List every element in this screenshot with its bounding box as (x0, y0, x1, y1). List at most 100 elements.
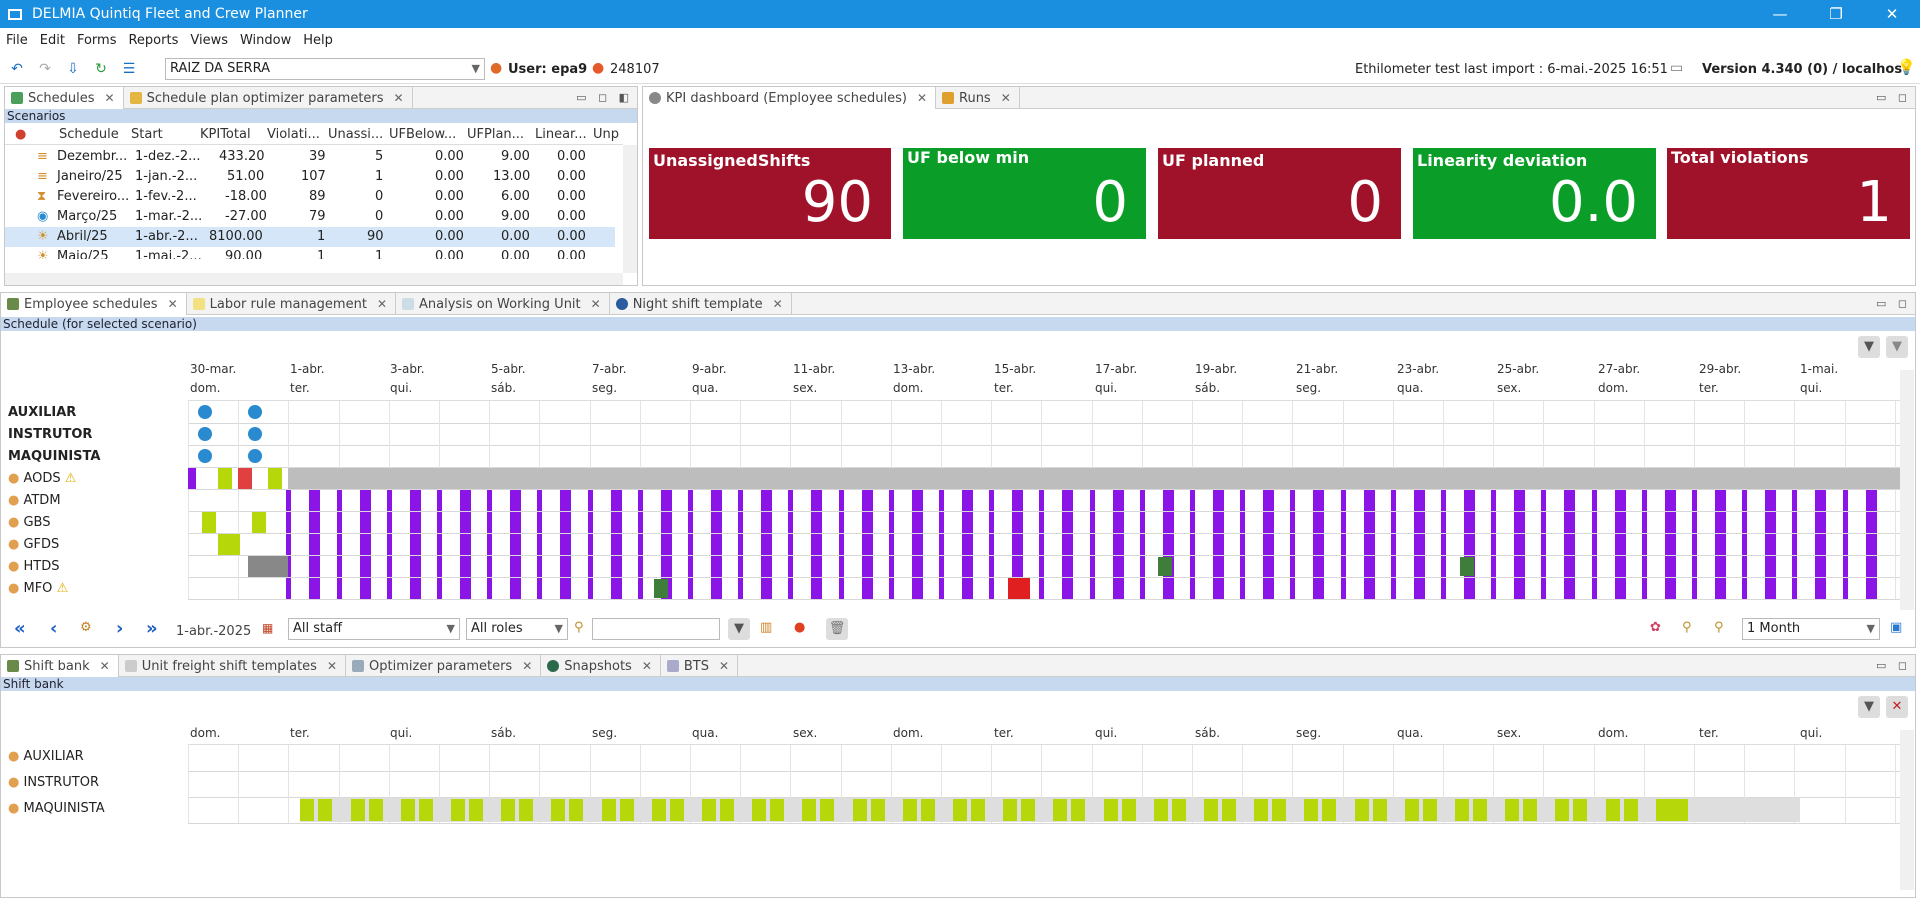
first-page-icon[interactable]: « (14, 618, 26, 639)
shift-block[interactable] (1190, 512, 1195, 533)
shift-block[interactable] (962, 578, 973, 599)
shift-block[interactable] (912, 534, 923, 555)
shift-block[interactable] (1039, 534, 1044, 555)
shift-block[interactable] (811, 578, 822, 599)
shift-block[interactable] (537, 512, 542, 533)
bank-shift[interactable] (1373, 799, 1387, 821)
shift-block[interactable] (437, 490, 442, 511)
bank-shift[interactable] (1053, 799, 1067, 821)
shift-block[interactable] (638, 512, 643, 533)
close-tab-icon[interactable]: ✕ (642, 656, 652, 677)
bank-shift[interactable] (1674, 799, 1688, 821)
shift-block[interactable] (1491, 578, 1496, 599)
shift-block[interactable] (1464, 512, 1475, 533)
shift-block[interactable] (1792, 578, 1797, 599)
shift-block[interactable] (510, 490, 521, 511)
shift-block[interactable] (309, 490, 320, 511)
shift-block[interactable] (1514, 490, 1525, 511)
shift-block[interactable] (889, 534, 894, 555)
location-select[interactable]: RAIZ DA SERRA ▼ (165, 58, 485, 80)
schedule-grid[interactable] (188, 400, 1900, 600)
shift-block[interactable] (1140, 556, 1145, 577)
shift-block[interactable] (1564, 512, 1575, 533)
alert-block[interactable] (238, 468, 252, 489)
tab-snapshots[interactable]: Snapshots ✕ (541, 655, 661, 677)
bank-shift[interactable] (519, 799, 533, 821)
shift-block[interactable] (537, 534, 542, 555)
bank-shift[interactable] (670, 799, 684, 821)
shift-block[interactable] (1815, 534, 1826, 555)
shift-block[interactable] (337, 578, 342, 599)
shift-block[interactable] (939, 512, 944, 533)
shift-block[interactable] (1464, 490, 1475, 511)
shift-block[interactable] (410, 556, 421, 577)
shift-block[interactable] (1843, 556, 1848, 577)
shift-block[interactable] (661, 512, 672, 533)
shift-block[interactable] (437, 512, 442, 533)
shift-block[interactable] (1460, 557, 1474, 576)
shift-block[interactable] (1391, 556, 1396, 577)
shift-block[interactable] (1163, 490, 1174, 511)
bank-shift[interactable] (752, 799, 766, 821)
shift-block[interactable] (1564, 578, 1575, 599)
shift-block[interactable] (788, 534, 793, 555)
shift-block[interactable] (1866, 578, 1877, 599)
shift-block[interactable] (1263, 490, 1274, 511)
clear-filter-icon[interactable]: ▼ (1886, 336, 1908, 358)
shift-block[interactable] (862, 490, 873, 511)
shift-block[interactable] (337, 556, 342, 577)
previous-icon[interactable]: ‹ (50, 618, 57, 639)
shift-block[interactable] (1290, 490, 1295, 511)
shift-block[interactable] (487, 512, 492, 533)
bank-shift[interactable] (702, 799, 716, 821)
bank-shift[interactable] (1322, 799, 1336, 821)
shift-block[interactable] (1039, 512, 1044, 533)
shift-block[interactable] (811, 512, 822, 533)
shift-block[interactable] (1364, 578, 1375, 599)
shift-block[interactable] (437, 556, 442, 577)
tab-shift-bank[interactable]: Shift bank ✕ (1, 655, 119, 677)
shift-block[interactable] (1090, 556, 1095, 577)
employee-htds[interactable]: ● HTDS (8, 559, 59, 574)
shift-block[interactable] (560, 578, 571, 599)
pane-controls[interactable]: ▭ ◻ ◧ (576, 91, 633, 104)
shift-block[interactable] (761, 578, 772, 599)
shift-block[interactable] (1263, 512, 1274, 533)
shift-block[interactable] (1792, 556, 1797, 577)
shift-block[interactable] (1090, 512, 1095, 533)
vertical-scrollbar[interactable] (1900, 370, 1914, 610)
shift-block[interactable] (337, 534, 342, 555)
shift-block[interactable] (638, 534, 643, 555)
column-header[interactable]: KPITotal (200, 127, 251, 142)
bank-shift[interactable] (720, 799, 734, 821)
close-tab-icon[interactable]: ✕ (394, 88, 404, 109)
shift-block[interactable] (360, 490, 371, 511)
shift-block[interactable] (711, 490, 722, 511)
shift-block[interactable] (1665, 490, 1676, 511)
shift-block[interactable] (487, 490, 492, 511)
shift-block[interactable] (1391, 490, 1396, 511)
shift-block[interactable] (1642, 534, 1647, 555)
bank-shift[interactable] (1071, 799, 1085, 821)
shift-block[interactable] (1592, 556, 1597, 577)
funnel-icon[interactable]: ▼ (728, 618, 750, 640)
shift-block[interactable] (611, 512, 622, 533)
shift-block[interactable] (410, 534, 421, 555)
column-header[interactable]: Violati... (267, 127, 320, 142)
shift-block[interactable] (839, 578, 844, 599)
shift-block[interactable] (1665, 556, 1676, 577)
shift-block[interactable] (286, 534, 291, 555)
shift-block[interactable] (248, 556, 288, 577)
shift-block[interactable] (1541, 490, 1546, 511)
horizontal-scrollbar[interactable] (5, 273, 623, 285)
shift-block[interactable] (962, 490, 973, 511)
shift-block[interactable] (1592, 578, 1597, 599)
shift-block[interactable] (1843, 490, 1848, 511)
shift-block[interactable] (1815, 512, 1826, 533)
shift-block[interactable] (611, 534, 622, 555)
menu-help[interactable]: Help (303, 33, 333, 48)
group-shift-icon[interactable] (248, 449, 262, 463)
shift-block[interactable] (1742, 490, 1747, 511)
shift-block[interactable] (1514, 534, 1525, 555)
column-header[interactable]: Unassi... (328, 127, 383, 142)
